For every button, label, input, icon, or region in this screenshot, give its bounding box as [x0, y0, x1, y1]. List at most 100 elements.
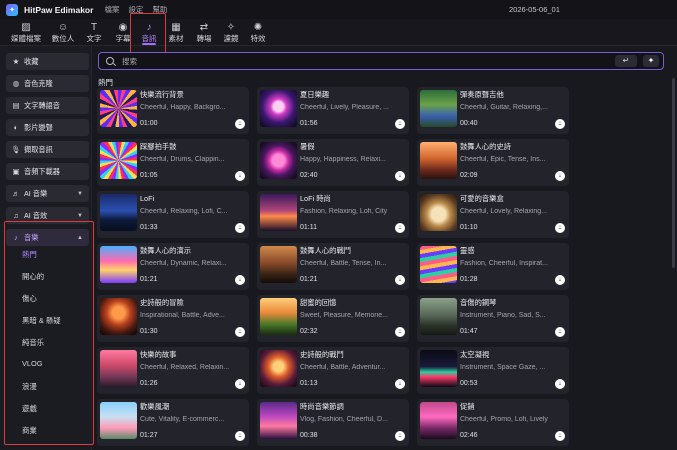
download-icon[interactable]: ↓ [395, 379, 405, 389]
track-thumbnail [100, 246, 137, 283]
track-card[interactable]: 太空凝視 Instrument, Space Gaze, ... 00:53 ↓ [417, 347, 569, 394]
track-thumbnail [100, 90, 137, 127]
track-card[interactable]: 暑假 Happy, Happiness, Relaxi... 02:40 ↓ [257, 139, 409, 186]
track-card[interactable]: 史詩般的戰鬥 Cheerful, Battle, Adventur... 01:… [257, 347, 409, 394]
sidebar-item-tts[interactable]: ▤ 文字轉語音 [6, 97, 89, 114]
track-card[interactable]: LoFi 時尚 Fashion, Relaxing, Lofi, City 01… [257, 191, 409, 238]
sidebar-item-voice-clone[interactable]: ◍ 音色克隆 [6, 75, 89, 92]
tab-effects[interactable]: ✺ 特效 [246, 19, 270, 46]
music-category-popular[interactable]: 熱門 [22, 249, 37, 260]
track-duration: 01:47 [460, 328, 478, 335]
track-card[interactable]: 可愛的音樂盒 Cheerful, Lovely, Relaxing... 01:… [417, 191, 569, 238]
enter-button[interactable]: ↵ [615, 55, 637, 67]
sidebar-item-favorites[interactable]: ★ 收藏 [6, 53, 89, 70]
tab-stickers[interactable]: ▦ 素材 [164, 19, 188, 46]
sidebar-item-extract-audio[interactable]: 🎙 擷取音訊 [6, 141, 89, 158]
tab-subtitle[interactable]: ◉ 字幕 [110, 19, 136, 46]
download-icon[interactable]: ↓ [235, 171, 245, 181]
download-icon[interactable]: ↓ [555, 431, 565, 441]
download-icon[interactable]: ↓ [235, 223, 245, 233]
download-icon[interactable]: ↓ [555, 379, 565, 389]
download-icon[interactable]: ↓ [555, 171, 565, 181]
track-title: 快樂的故事 [140, 350, 177, 359]
download-icon[interactable]: ↓ [395, 119, 405, 129]
track-card[interactable]: 夏日樂趣 Cheerful, Lively, Pleasure, ... 01:… [257, 87, 409, 134]
music-category-happy[interactable]: 開心的 [22, 271, 44, 282]
track-title: 靈感 [460, 246, 475, 255]
music-category-business[interactable]: 商業 [22, 425, 37, 436]
track-card[interactable]: 鼓舞人心的史詩 Cheerful, Epic, Tense, Ins... 02… [417, 139, 569, 186]
tab-media[interactable]: ▨ 媒體檔案 [8, 19, 44, 46]
track-card[interactable]: 鼓舞人心的演示 Cheerful, Dynamic, Relaxi... 01:… [97, 243, 249, 290]
track-title: 太空凝視 [460, 350, 490, 359]
track-card[interactable]: LoFi Cheerful, Relaxing, Lofi, C... 01:3… [97, 191, 249, 238]
track-title: 鼓舞人心的戰鬥 [300, 246, 352, 255]
sidebar-item-audio-downloader[interactable]: ▣ 音頻下載器 [6, 163, 89, 180]
download-icon[interactable]: ↓ [235, 119, 245, 129]
tts-icon: ▤ [12, 101, 20, 110]
sidebar-item-music[interactable]: ♪ 音樂 ▲ [6, 229, 89, 246]
track-card[interactable]: 快樂的故事 Cheerful, Relaxed, Relaxin... 01:2… [97, 347, 249, 394]
sidebar-item-voice-changer[interactable]: ◐ 影片變聲 [6, 119, 89, 136]
ai-search-button[interactable]: ✦ [643, 55, 659, 67]
avatar-icon: ☺ [57, 21, 69, 33]
download-icon[interactable]: ↓ [235, 327, 245, 337]
download-icon[interactable]: ↓ [235, 431, 245, 441]
track-duration: 01:00 [140, 120, 158, 127]
track-tags: Cheerful, Epic, Tense, Ins... [460, 156, 546, 163]
track-card[interactable]: 彈奏原聲吉他 Cheerful, Guitar, Relaxing,... 00… [417, 87, 569, 134]
tab-audio[interactable]: ♪ 音訊 [136, 19, 162, 46]
track-card[interactable]: 促銷 Cheerful, Promo, Lofi, Lively 02:46 ↓ [417, 399, 569, 446]
track-thumbnail [260, 298, 297, 335]
menu-settings[interactable]: 設定 [128, 4, 143, 15]
menu-help[interactable]: 幫助 [152, 4, 167, 15]
search-input[interactable] [122, 56, 602, 66]
music-category-dark[interactable]: 黑暗 & 懸疑 [22, 315, 61, 326]
tab-text[interactable]: T 文字 [83, 19, 105, 46]
track-title: 鼓舞人心的史詩 [460, 142, 512, 151]
download-icon[interactable]: ↓ [555, 327, 565, 337]
track-card[interactable]: 歡樂風潮 Cute, Vitality, E-commerc... 01:27 … [97, 399, 249, 446]
download-icon[interactable]: ↓ [235, 379, 245, 389]
track-title: 音傷的鋼琴 [460, 298, 497, 307]
download-icon[interactable]: ↓ [555, 119, 565, 129]
track-duration: 01:30 [140, 328, 158, 335]
track-card[interactable]: 甜蜜的回憶 Sweet, Pleasure, Memorie... 02:32 … [257, 295, 409, 342]
download-icon[interactable]: ↓ [395, 223, 405, 233]
track-duration: 01:10 [460, 224, 478, 231]
music-category-pure[interactable]: 純音乐 [22, 337, 44, 348]
scrollbar[interactable] [672, 78, 675, 268]
download-icon[interactable]: ↓ [235, 275, 245, 285]
download-icon[interactable]: ↓ [555, 275, 565, 285]
music-category-sad[interactable]: 傷心 [22, 293, 37, 304]
tab-transition[interactable]: ⇄ 轉場 [192, 19, 216, 46]
sidebar-item-ai-music[interactable]: ♬ AI 音樂 ▼ [6, 185, 89, 202]
music-category-romantic[interactable]: 浪漫 [22, 381, 37, 392]
track-title: 甜蜜的回憶 [300, 298, 337, 307]
download-icon[interactable]: ↓ [395, 171, 405, 181]
download-icon[interactable]: ↓ [395, 431, 405, 441]
download-icon[interactable]: ↓ [395, 327, 405, 337]
track-card[interactable]: 史詩般的冒險 Inspirational, Battle, Adve... 01… [97, 295, 249, 342]
track-card[interactable]: 踩腳拍手鼓 Cheerful, Drums, Clappin... 01:05 … [97, 139, 249, 186]
voice-changer-icon: ◐ [13, 123, 19, 132]
sidebar-item-ai-sfx[interactable]: ♫ AI 音效 ▼ [6, 207, 89, 224]
track-card[interactable]: 時尚音樂節調 Vlog, Fashion, Cheerful, D... 00:… [257, 399, 409, 446]
track-tags: Cheerful, Dynamic, Relaxi... [140, 260, 227, 267]
tab-filter[interactable]: ✧ 濾鏡 [219, 19, 243, 46]
menu-file[interactable]: 檔案 [104, 4, 119, 15]
track-tags: Instrument, Space Gaze, ... [460, 364, 546, 371]
download-icon[interactable]: ↓ [555, 223, 565, 233]
track-thumbnail [100, 350, 137, 387]
music-category-game[interactable]: 遊戲 [22, 403, 37, 414]
track-card[interactable]: 鼓舞人心的戰鬥 Cheerful, Battle, Tense, In... 0… [257, 243, 409, 290]
download-icon[interactable]: ↓ [395, 275, 405, 285]
music-category-vlog[interactable]: VLOG [22, 359, 43, 368]
tab-avatar[interactable]: ☺ 數位人 [48, 19, 78, 46]
track-card[interactable]: 靈感 Fashion, Cheerful, Inspirat... 01:28 … [417, 243, 569, 290]
track-title: 歡樂風潮 [140, 402, 170, 411]
track-card[interactable]: 音傷的鋼琴 Instrument, Piano, Sad, S... 01:47… [417, 295, 569, 342]
track-title: 時尚音樂節調 [300, 402, 344, 411]
track-card[interactable]: 快樂流行背景 Cheerful, Happy, Backgro... 01:00… [97, 87, 249, 134]
track-tags: Cheerful, Promo, Lofi, Lively [460, 416, 548, 423]
